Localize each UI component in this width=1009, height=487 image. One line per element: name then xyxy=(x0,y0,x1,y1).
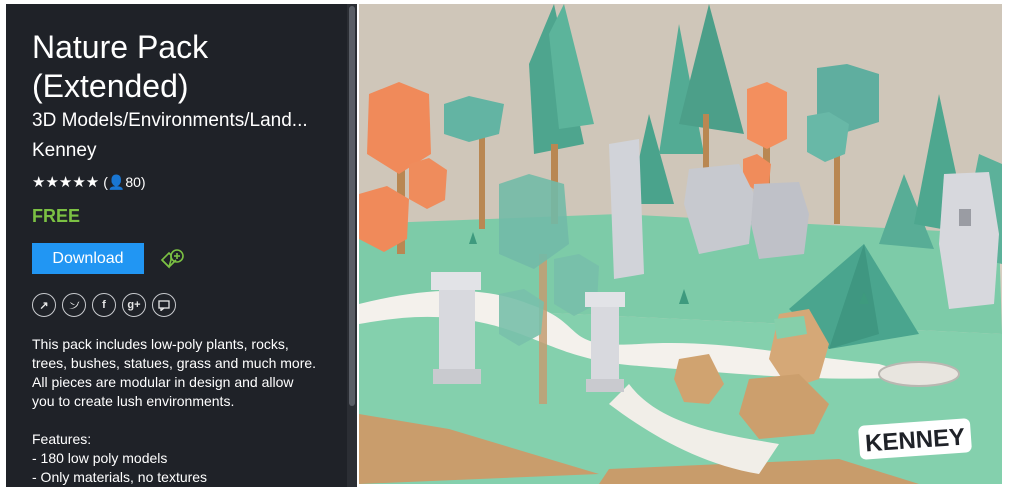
sidebar-scrollbar[interactable] xyxy=(347,4,357,487)
download-button[interactable]: Download xyxy=(32,243,144,274)
description-line: This pack includes low-poly plants, rock… xyxy=(32,336,289,352)
comment-icon[interactable] xyxy=(152,293,176,317)
social-share-bar: ↗ f g+ xyxy=(32,293,176,317)
title-line-1: Nature Pack xyxy=(32,29,209,65)
rating: ★★★★★ (👤80) xyxy=(32,173,146,192)
price-label: FREE xyxy=(32,206,81,226)
description-line: trees, bushes, statues, grass and much m… xyxy=(32,355,317,371)
features-title: Features: xyxy=(32,431,92,447)
product-sidebar: Nature Pack (Extended) 3D Models/Environ… xyxy=(6,4,347,487)
category-link[interactable]: 3D Models/Environments/Land... xyxy=(32,110,332,132)
feature-item: - 180 low poly models xyxy=(32,450,168,466)
facebook-icon[interactable]: f xyxy=(92,293,116,317)
feature-item: - Only materials, no textures xyxy=(32,469,208,485)
share-icon[interactable]: ↗ xyxy=(32,293,56,317)
hero-image: KENNEY xyxy=(359,4,1002,484)
product-description: This pack includes low-poly plants, rock… xyxy=(32,335,337,487)
page-title: Nature Pack (Extended) xyxy=(32,28,332,106)
star-rating-icon: ★★★★★ xyxy=(32,174,100,191)
rating-count: (👤80) xyxy=(103,173,146,190)
twitter-icon[interactable] xyxy=(62,293,86,317)
publisher-link[interactable]: Kenney xyxy=(32,140,96,162)
title-line-2: (Extended) xyxy=(32,68,189,104)
googleplus-icon[interactable]: g+ xyxy=(122,293,146,317)
add-to-wishlist-icon[interactable] xyxy=(159,248,184,272)
scrollbar-thumb[interactable] xyxy=(349,6,355,406)
description-line: you to create lush environments. xyxy=(32,393,235,409)
description-line: All pieces are modular in design and all… xyxy=(32,374,294,390)
